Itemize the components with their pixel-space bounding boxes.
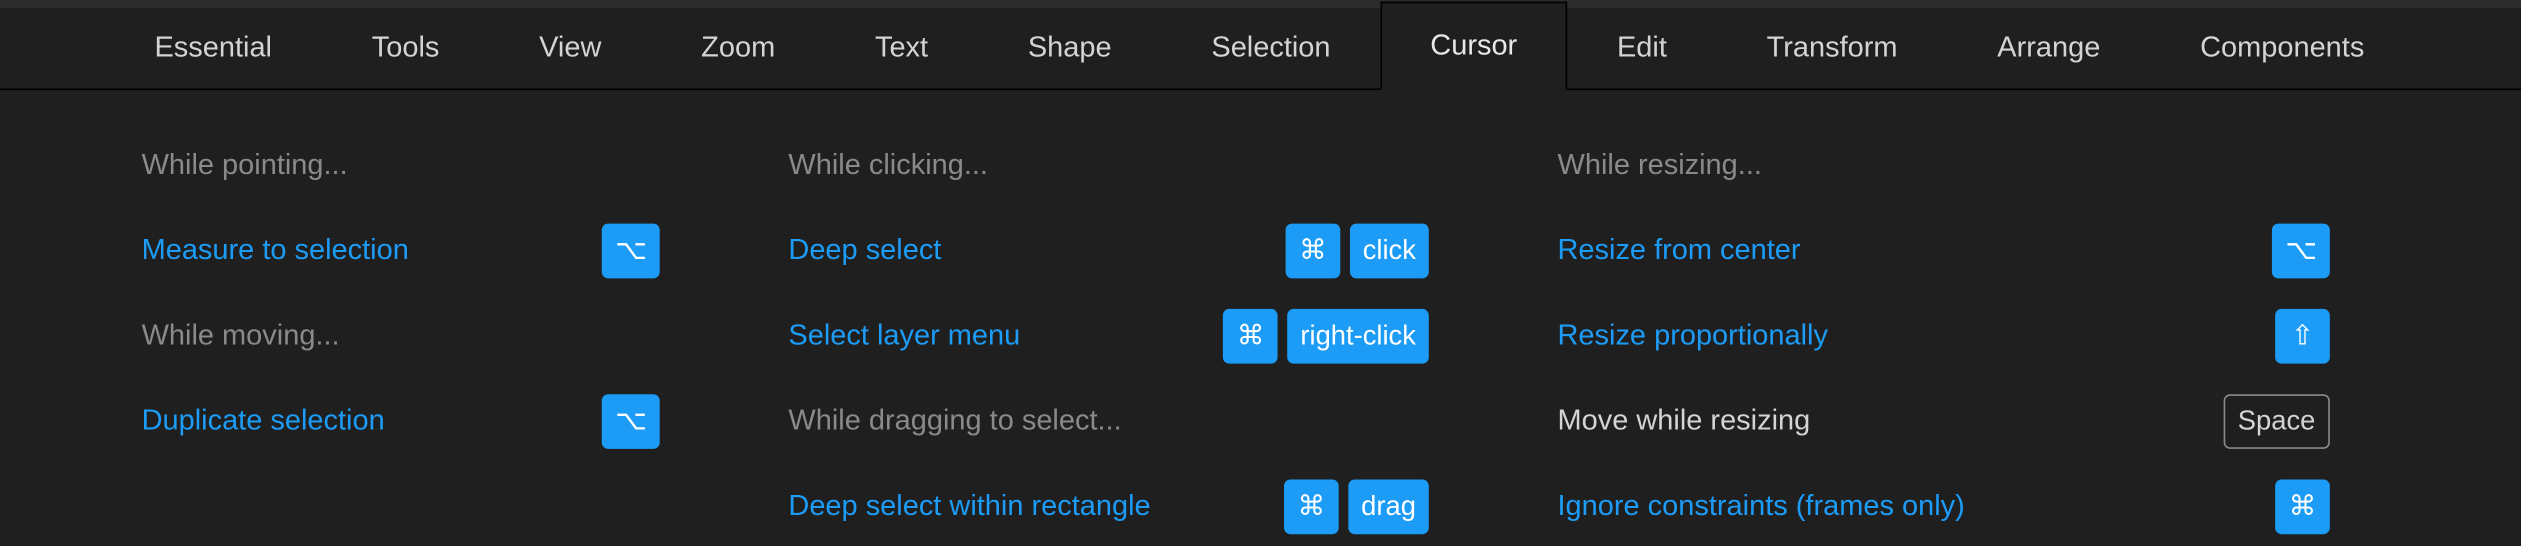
key-combo: ⌘right-click (1223, 308, 1429, 363)
shortcut-row: Measure to selection ⌥ (142, 208, 757, 293)
tab-bar: EssentialToolsViewZoomTextShapeSelection… (0, 0, 2521, 90)
shortcut-row: Ignore constraints (frames only) ⌘ (1558, 463, 2427, 546)
group-label: While moving... (142, 319, 340, 353)
shortcut-row: Deep select within rectangle ⌘drag (788, 463, 1525, 546)
shortcut-group-header: While pointing... (142, 122, 757, 207)
key-cap: drag (1348, 479, 1429, 534)
shortcuts-panel: While pointing... Measure to selection ⌥ Wh… (0, 90, 2521, 546)
tab-view[interactable]: View (489, 2, 651, 90)
tab-shape[interactable]: Shape (978, 2, 1162, 90)
tab-edit[interactable]: Edit (1567, 2, 1717, 90)
tab-text[interactable]: Text (825, 2, 978, 90)
tab-arrange[interactable]: Arrange (1947, 2, 2150, 90)
shortcut-group-header: While moving... (142, 293, 757, 378)
key-cap: ⌘ (2275, 479, 2330, 534)
group-label: While clicking... (788, 148, 988, 182)
tab-cursor[interactable]: Cursor (1380, 2, 1567, 90)
key-combo: ⌘click (1285, 223, 1428, 278)
shortcut-row: Resize proportionally ⇧ (1558, 293, 2427, 378)
key-cap: ⌘ (1223, 308, 1278, 363)
shortcuts-column: While resizing...Resize from center⌥Resi… (1525, 122, 2426, 546)
shortcut-row: Select layer menu ⌘right-click (788, 293, 1525, 378)
action-label[interactable]: Resize from center (1558, 233, 1801, 267)
action-label[interactable]: Deep select (788, 233, 941, 267)
action-label[interactable]: Ignore constraints (frames only) (1558, 489, 1965, 523)
key-combo: ⌥ (602, 393, 659, 448)
shortcut-group-header: While clicking... (788, 122, 1525, 207)
key-cap: click (1350, 223, 1429, 278)
action-label[interactable]: Select layer menu (788, 319, 1020, 353)
shortcut-row: Duplicate selection ⌥ (142, 378, 757, 463)
key-cap: right-click (1288, 308, 1429, 363)
shortcuts-column: While clicking...Deep select⌘clickSelect… (756, 122, 1525, 546)
key-cap: Space (2223, 393, 2330, 448)
key-cap: ⌘ (1284, 479, 1339, 534)
action-label[interactable]: Duplicate selection (142, 404, 385, 438)
action-label: Move while resizing (1558, 404, 1811, 438)
group-label: While dragging to select... (788, 404, 1121, 438)
tab-essential[interactable]: Essential (105, 2, 322, 90)
action-label[interactable]: Resize proportionally (1558, 319, 1828, 353)
key-combo: ⌘drag (1284, 479, 1429, 534)
group-label: While pointing... (142, 148, 348, 182)
shortcut-group-header: While resizing... (1558, 122, 2427, 207)
shortcut-row: Deep select ⌘click (788, 208, 1525, 293)
tab-transform[interactable]: Transform (1717, 2, 1948, 90)
key-cap: ⌥ (2273, 223, 2330, 278)
shortcut-row: Resize from center ⌥ (1558, 208, 2427, 293)
group-label: While resizing... (1558, 148, 1762, 182)
key-combo: ⌘ (2275, 479, 2330, 534)
tab-selection[interactable]: Selection (1161, 2, 1380, 90)
action-label[interactable]: Measure to selection (142, 233, 409, 267)
shortcut-row: Move while resizing Space (1558, 378, 2427, 463)
key-cap: ⌥ (602, 393, 659, 448)
tab-tools[interactable]: Tools (322, 2, 489, 90)
key-combo: ⌥ (602, 223, 659, 278)
key-combo: Space (2223, 393, 2330, 448)
key-cap: ⇧ (2275, 308, 2330, 363)
key-combo: ⌥ (2273, 223, 2330, 278)
shortcut-group-header: While dragging to select... (788, 378, 1525, 463)
tab-components[interactable]: Components (2150, 2, 2414, 90)
shortcuts-column: While pointing... Measure to selection ⌥ Wh… (0, 122, 756, 546)
key-combo: ⇧ (2275, 308, 2330, 363)
key-cap: ⌘ (1285, 223, 1340, 278)
key-cap: ⌥ (602, 223, 659, 278)
tab-zoom[interactable]: Zoom (651, 2, 825, 90)
action-label[interactable]: Deep select within rectangle (788, 489, 1150, 523)
